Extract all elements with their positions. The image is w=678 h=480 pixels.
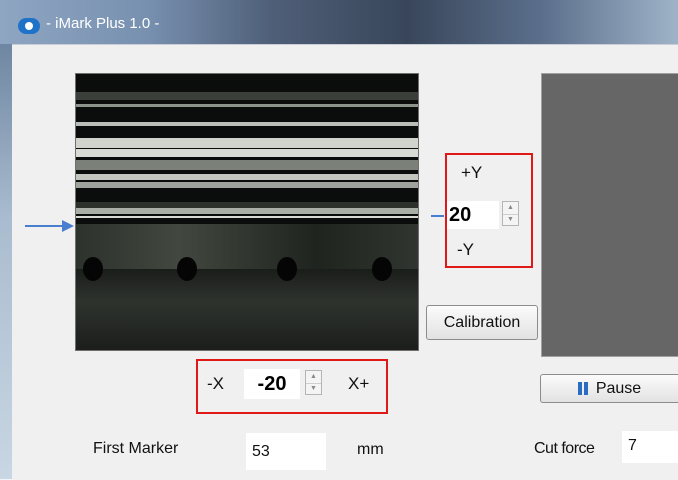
sprocket-hole — [372, 257, 392, 281]
sprocket-hole — [83, 257, 103, 281]
minus-x-label: -X — [207, 374, 224, 393]
calibration-button[interactable]: Calibration — [426, 305, 538, 340]
x-offset-input[interactable]: -20 — [244, 369, 300, 399]
plus-x-label: X+ — [348, 374, 370, 393]
plus-y-label: +Y — [461, 163, 483, 182]
sprocket-hole — [277, 257, 297, 281]
camera-view — [75, 73, 419, 351]
guide-arrow-head — [62, 220, 74, 232]
pause-label: Pause — [595, 379, 642, 397]
cut-force-input[interactable]: 7 — [622, 431, 678, 463]
spinner-down-icon[interactable]: ▼ — [503, 214, 518, 226]
preview-panel — [541, 73, 678, 357]
sprocket-hole — [177, 257, 197, 281]
spinner-down-icon[interactable]: ▼ — [306, 383, 321, 395]
app-eye-icon — [18, 18, 40, 34]
guide-arrow-icon — [25, 225, 65, 227]
pause-button[interactable]: Pause — [540, 374, 678, 403]
cut-force-label: Cut force — [534, 440, 595, 457]
first-marker-input[interactable]: 53 — [246, 433, 326, 470]
first-marker-unit: mm — [357, 441, 384, 458]
y-marker-line — [431, 215, 444, 217]
y-offset-spinner[interactable]: ▲ ▼ — [502, 201, 519, 226]
x-offset-spinner[interactable]: ▲ ▼ — [305, 370, 322, 395]
window-title: - iMark Plus 1.0 - — [46, 15, 160, 32]
y-offset-input[interactable]: 20 — [447, 201, 499, 229]
minus-y-label: -Y — [457, 240, 474, 259]
first-marker-label: First Marker — [93, 440, 179, 457]
title-bar: - iMark Plus 1.0 - — [0, 0, 678, 44]
window-frame — [0, 44, 12, 479]
pause-icon — [577, 382, 590, 395]
